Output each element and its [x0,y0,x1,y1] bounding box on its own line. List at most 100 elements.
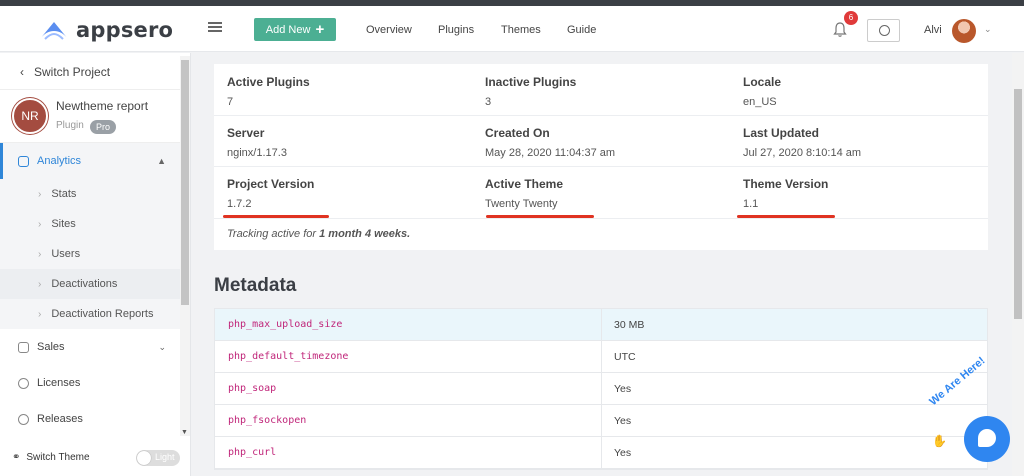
release-icon [18,413,29,425]
nav-plugins[interactable]: Plugins [438,24,474,36]
project-type: Plugin [56,120,84,131]
info-value: en_US [743,96,777,108]
sidebar-sub-label: Deactivations [51,278,118,290]
info-value: May 28, 2020 11:04:37 am [485,147,616,159]
divider [214,115,988,116]
info-theme-version: Theme Version 1.1 [743,177,828,210]
info-inactive-plugins: Inactive Plugins 3 [485,75,576,108]
info-label: Server [227,126,265,140]
meta-key: php_max_upload_size [215,309,602,340]
info-value: 3 [485,96,492,108]
shield-icon [18,377,29,389]
user-avatar[interactable] [952,19,976,43]
info-value: 7 [227,96,234,108]
sidebar-item-stats[interactable]: › Stats [0,179,180,209]
meta-key: php_curl [215,437,602,468]
switch-theme-label: Switch Theme [26,452,90,463]
nav-guide[interactable]: Guide [567,24,596,36]
switch-project-link[interactable]: ‹ Switch Project [20,65,110,79]
chevron-down-icon[interactable]: ⌄ [984,24,992,35]
meta-value: Yes [614,414,632,427]
info-label: Project Version [227,177,315,191]
nav-overview[interactable]: Overview [366,24,412,36]
sidebar-sub-label: Users [51,248,81,260]
chevron-right-icon: › [38,218,42,230]
menu-toggle-icon[interactable] [208,22,222,34]
support-button[interactable] [867,19,900,42]
page-scrollbar[interactable] [1012,53,1024,476]
chevron-right-icon: › [38,188,42,200]
toggle-knob [137,451,151,465]
scroll-down-icon[interactable]: ▼ [181,429,188,436]
sidebar-item-label: Analytics [37,155,82,167]
nav-themes[interactable]: Themes [501,24,541,36]
switch-theme: ⚭ Switch Theme [12,452,90,463]
info-value: nginx/1.17.3 [227,147,287,159]
sidebar-item-releases[interactable]: Releases [0,401,180,437]
meta-value: UTC [614,350,636,363]
theme-toggle[interactable]: Light [136,450,180,466]
sidebar-item-deactivation-reports[interactable]: › Deactivation Reports [0,299,180,329]
chat-launcher-button[interactable] [964,416,1010,462]
sidebar: ‹ Switch Project NR Newtheme report Plug… [0,53,191,476]
tracking-duration: 1 month 4 weeks. [319,228,411,240]
info-server: Server nginx/1.17.3 [227,126,287,159]
sidebar-item-label: Releases [37,413,83,425]
info-value: Jul 27, 2020 8:10:14 am [743,147,862,159]
info-active-plugins: Active Plugins 7 [227,75,310,108]
tracking-prefix: Tracking active for [227,228,320,240]
sidebar-item-label: Licenses [37,377,81,389]
sidebar-item-users[interactable]: › Users [0,239,180,269]
sidebar-scroll-thumb[interactable] [181,60,189,305]
info-label: Active Plugins [227,75,310,89]
tracking-status: Tracking active for 1 month 4 weeks. [227,228,410,240]
switch-project-label: Switch Project [34,65,111,79]
info-locale: Locale en_US [743,75,781,108]
sidebar-item-sites[interactable]: › Sites [0,209,180,239]
chevron-right-icon: › [38,278,42,290]
project-card[interactable]: NR Newtheme report Plugin Pro [0,89,180,143]
sidebar-item-sales[interactable]: Sales ⌄ [0,329,180,365]
info-last-updated: Last Updated Jul 27, 2020 8:10:14 am [743,126,861,159]
project-name: Newtheme report [56,99,149,113]
sidebar-item-analytics[interactable]: Analytics ▲ [0,143,180,179]
chat-bubble-icon [978,429,996,447]
toggle-label: Light [155,452,175,462]
info-value: Twenty Twenty [485,198,558,210]
life-ring-icon [879,25,890,36]
add-new-label: Add New [265,23,311,36]
pro-badge: Pro [90,120,117,134]
info-label: Inactive Plugins [485,75,577,89]
appsero-logo[interactable]: appsero [38,18,173,42]
sidebar-sub-label: Stats [51,188,77,200]
notification-badge: 6 [844,11,858,25]
info-label: Active Theme [485,177,564,191]
metadata-title: Metadata [214,275,297,296]
meta-key: php_default_timezone [215,341,602,372]
sidebar-item-deactivations[interactable]: › Deactivations [0,269,180,299]
meta-key: php_soap [215,373,602,404]
table-row: php_soap Yes [215,373,987,405]
meta-key: php_fsockopen [215,405,602,436]
cart-icon [18,341,29,353]
info-label: Theme Version [743,177,829,191]
table-row: php_fsockopen Yes [215,405,987,437]
divider [214,218,988,219]
table-row: php_curl Yes [215,437,987,469]
sidebar-scrollbar[interactable]: ▼ [180,56,190,436]
chevron-right-icon: › [38,248,42,260]
info-value: 1.1 [743,198,759,210]
plus-icon: + [315,21,325,38]
info-created-on: Created On May 28, 2020 11:04:37 am [485,126,615,159]
page-scroll-thumb[interactable] [1014,89,1022,319]
sidebar-item-licenses[interactable]: Licenses [0,365,180,401]
user-name[interactable]: Alvi [924,24,942,36]
appsero-logo-icon [40,22,68,40]
divider [214,166,988,167]
info-project-version: Project Version 1.7.2 [227,177,314,210]
info-value: 1.7.2 [227,198,252,210]
add-new-button[interactable]: Add New + [254,18,336,41]
sidebar-sub-label: Sites [51,218,76,230]
bell-icon[interactable] [832,22,848,38]
sidebar-item-label: Sales [37,341,65,353]
